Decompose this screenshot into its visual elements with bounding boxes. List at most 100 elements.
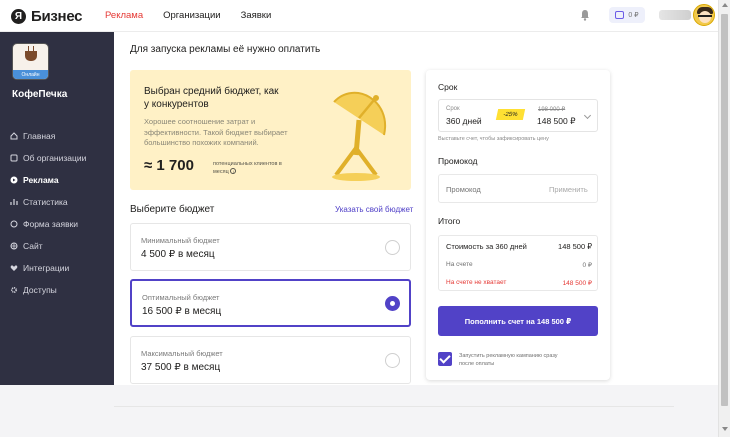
org-logo[interactable]: Онлайн xyxy=(12,43,49,80)
budget-option-value: 4 500 ₽ в месяц xyxy=(141,249,215,260)
total-section-title: Итого xyxy=(438,216,461,226)
total-row-label: На счете не хватает xyxy=(446,279,507,286)
sidebar-item-stats[interactable]: Статистика xyxy=(10,191,86,213)
sidebar-item-site[interactable]: Сайт xyxy=(10,235,86,257)
sidebar-item-label: Главная xyxy=(23,131,56,141)
budget-option-optimal[interactable]: Оптимальный бюджет 16 500 ₽ в месяц xyxy=(130,279,411,327)
nav-requests[interactable]: Заявки xyxy=(241,10,272,21)
nav-ads[interactable]: Реклама xyxy=(105,10,143,21)
stats-icon xyxy=(10,199,18,205)
scroll-thumb[interactable] xyxy=(721,14,728,406)
coffee-cup-icon xyxy=(25,51,37,61)
sidebar: Онлайн КофеПечка Главная Об организации … xyxy=(0,32,114,385)
main-content: Для запуска рекламы её нужно оплатить Вы… xyxy=(114,32,718,385)
budget-radio-max[interactable] xyxy=(385,353,400,368)
sidebar-item-label: Сайт xyxy=(23,241,43,251)
user-name-blurred xyxy=(659,10,691,20)
promo-client-count: ≈ 1 700 xyxy=(144,157,194,174)
scroll-down-arrow-icon[interactable] xyxy=(722,427,728,431)
promo-section-title: Промокод xyxy=(438,156,478,166)
budget-radio-min[interactable] xyxy=(385,240,400,255)
term-label: Срок xyxy=(446,106,460,112)
budget-radio-optimal[interactable] xyxy=(385,296,400,311)
page-title: Для запуска рекламы её нужно оплатить xyxy=(130,44,321,55)
top-up-button[interactable]: Пополнить счет на 148 500 ₽ xyxy=(438,306,598,336)
top-nav: Реклама Организации Заявки xyxy=(105,10,271,21)
sidebar-item-home[interactable]: Главная xyxy=(10,125,86,147)
info-card-icon xyxy=(10,154,18,162)
footer-divider xyxy=(114,406,674,407)
total-row-value: 148 500 ₽ xyxy=(558,242,592,251)
page-scrollbar[interactable] xyxy=(718,0,730,437)
new-price: 148 500 ₽ xyxy=(537,116,576,126)
budget-promo-card: Выбран средний бюджет, как у конкурентов… xyxy=(130,70,411,190)
total-row-value: 148 500 ₽ xyxy=(562,280,592,287)
top-bar: Я Бизнес Реклама Организации Заявки 0 ₽ xyxy=(0,0,718,32)
auto-launch-checkbox[interactable] xyxy=(438,352,452,366)
ad-icon xyxy=(10,176,18,184)
sidebar-item-label: Форма заявки xyxy=(23,219,79,229)
budget-option-value: 37 500 ₽ в месяц xyxy=(141,362,221,373)
sidebar-item-integrations[interactable]: Интеграции xyxy=(10,257,86,279)
term-hint: Выставьте счет, чтобы зафиксировать цену xyxy=(438,136,549,142)
budget-option-label: Минимальный бюджет xyxy=(141,236,220,245)
old-price: 198 000 ₽ xyxy=(538,107,566,113)
bell-icon[interactable] xyxy=(580,9,590,21)
total-row-cost: Стоимость за 360 дней 148 500 ₽ xyxy=(446,242,592,251)
sidebar-item-label: Интеграции xyxy=(23,263,70,273)
budget-option-label: Оптимальный бюджет xyxy=(142,293,220,302)
custom-budget-link[interactable]: Указать свой бюджет xyxy=(335,205,413,214)
heart-icon xyxy=(10,265,18,271)
budget-option-value: 16 500 ₽ в месяц xyxy=(142,306,222,317)
total-row-value: 0 ₽ xyxy=(582,262,592,269)
total-row-label: На счете xyxy=(446,261,473,268)
chevron-down-icon xyxy=(583,111,592,120)
promo-client-caption: потенциальных клиентов в месяц i xyxy=(213,161,283,176)
wallet-button[interactable]: 0 ₽ xyxy=(609,7,645,23)
chat-icon xyxy=(10,220,18,228)
sidebar-menu: Главная Об организации Реклама Статистик… xyxy=(10,125,86,301)
sidebar-item-about[interactable]: Об организации xyxy=(10,147,86,169)
payment-panel: Срок Срок 360 дней -25% 198 000 ₽ 148 50… xyxy=(426,70,610,380)
promo-code-input[interactable] xyxy=(446,185,526,194)
term-section-title: Срок xyxy=(438,82,458,92)
term-value: 360 дней xyxy=(446,116,482,126)
promo-caption-text: потенциальных клиентов в месяц xyxy=(213,161,282,175)
budget-option-label: Максимальный бюджет xyxy=(141,349,223,358)
user-avatar[interactable] xyxy=(693,4,715,26)
yandex-business-logo[interactable]: Я Бизнес xyxy=(11,8,83,25)
term-select[interactable]: Срок 360 дней -25% 198 000 ₽ 148 500 ₽ xyxy=(438,99,598,132)
total-summary: Стоимость за 360 дней 148 500 ₽ На счете… xyxy=(438,235,598,291)
sidebar-item-label: Доступы xyxy=(23,285,57,295)
nav-organizations[interactable]: Организации xyxy=(163,10,220,21)
logo-letter: Я xyxy=(11,9,26,24)
scroll-up-arrow-icon[interactable] xyxy=(722,3,728,7)
avatar-glasses xyxy=(698,15,712,18)
sidebar-item-request-form[interactable]: Форма заявки xyxy=(10,213,86,235)
total-row-label: Стоимость за 360 дней xyxy=(446,242,527,251)
discount-badge: -25% xyxy=(495,109,526,120)
total-row-shortage: На счете не хватает 148 500 ₽ xyxy=(446,279,592,287)
logo-text: Бизнес xyxy=(31,8,83,25)
auto-launch-label: Запустить рекламную кампанию сразу после… xyxy=(459,353,558,367)
sidebar-item-label: Статистика xyxy=(23,197,68,207)
budget-option-max[interactable]: Максимальный бюджет 37 500 ₽ в месяц xyxy=(130,336,411,384)
online-badge: Онлайн xyxy=(13,70,48,79)
sidebar-item-ads[interactable]: Реклама xyxy=(10,169,86,191)
wallet-balance: 0 ₽ xyxy=(628,12,639,19)
sidebar-item-access[interactable]: Доступы xyxy=(10,279,86,301)
promo-code-box: Применить xyxy=(438,174,598,203)
gear-icon xyxy=(11,287,17,293)
satellite-dish-icon xyxy=(332,91,387,181)
org-name: КофеПечка xyxy=(12,89,68,100)
promo-apply-button[interactable]: Применить xyxy=(549,185,588,194)
sidebar-item-label: Реклама xyxy=(23,175,59,185)
total-row-balance: На счете 0 ₽ xyxy=(446,261,592,269)
promo-description: Хорошее соотношение затрат и эффективнос… xyxy=(144,117,288,147)
globe-icon xyxy=(10,242,18,250)
wallet-icon xyxy=(615,11,625,19)
sidebar-item-label: Об организации xyxy=(23,153,87,163)
budget-option-min[interactable]: Минимальный бюджет 4 500 ₽ в месяц xyxy=(130,223,411,271)
promo-title: Выбран средний бюджет, как у конкурентов xyxy=(144,86,279,110)
info-icon[interactable]: i xyxy=(230,168,237,174)
